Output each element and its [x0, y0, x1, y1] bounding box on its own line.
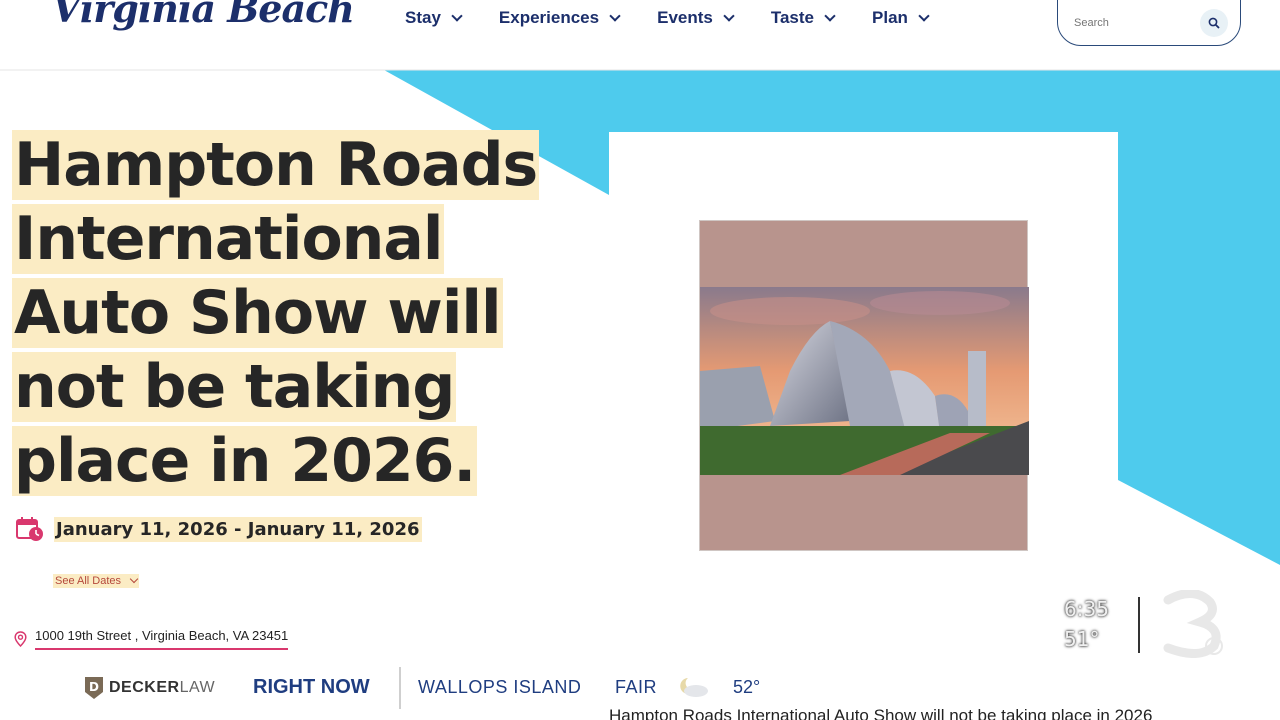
event-date: January 11, 2026 - January 11, 2026	[16, 516, 422, 542]
site-logo[interactable]: Virginia Beach	[52, 0, 355, 31]
nav-item-label: Taste	[770, 8, 815, 27]
tv-temperature: 51°	[1064, 627, 1100, 651]
main-nav: Stay Experiences Events Taste Plan	[405, 8, 966, 28]
weather-temperature: 52°	[733, 677, 761, 697]
nav-item-label: Plan	[872, 8, 908, 27]
see-all-dates-toggle[interactable]: See All Dates	[53, 574, 140, 588]
partly-cloudy-night-icon	[680, 678, 708, 697]
weather-condition: FAIR	[615, 677, 658, 697]
weather-location: WALLOPS ISLAND	[418, 677, 582, 697]
decker-shield-icon: D	[85, 677, 103, 699]
title-line: Hampton Roads	[12, 130, 540, 200]
nav-item-taste[interactable]: Taste	[770, 8, 836, 28]
address-link: 1000 19th Street , Virginia Beach, VA 23…	[35, 628, 289, 650]
search-icon	[1208, 17, 1220, 29]
chevron-down-icon	[451, 9, 463, 22]
calendar-clock-icon	[16, 517, 43, 541]
event-title: Hampton Roads International Auto Show wi…	[12, 128, 612, 498]
news-crawl: Hampton Roads International Auto Show wi…	[609, 706, 1153, 720]
chevron-down-icon	[609, 9, 621, 22]
tv-divider	[1138, 597, 1140, 653]
sponsor-suffix: LAW	[179, 679, 216, 696]
chevron-down-icon	[918, 9, 930, 22]
nav-item-label: Stay	[405, 8, 441, 27]
nav-item-experiences[interactable]: Experiences	[498, 8, 621, 28]
event-address[interactable]: 1000 19th Street , Virginia Beach, VA 23…	[14, 628, 289, 650]
chevron-down-icon	[129, 574, 139, 584]
nav-item-label: Experiences	[498, 8, 600, 27]
chevron-down-icon	[723, 9, 735, 22]
nav-item-events[interactable]: Events	[657, 8, 735, 28]
ticker-divider	[399, 667, 401, 709]
sponsor-brand: DECKER	[109, 679, 180, 696]
chevron-down-icon	[824, 9, 836, 22]
search-button[interactable]	[1200, 9, 1228, 37]
nav-item-plan[interactable]: Plan	[872, 8, 930, 28]
channel-3-logo	[1163, 590, 1223, 658]
sponsor-logo: D DECKERLAW	[83, 676, 215, 700]
title-line: International	[12, 204, 445, 274]
nav-item-label: Events	[657, 8, 713, 27]
tv-time-temp: 6:35 51°	[1064, 594, 1109, 654]
search-input[interactable]	[1074, 17, 1194, 29]
nav-item-stay[interactable]: Stay	[405, 8, 463, 28]
event-photo	[699, 220, 1029, 551]
search-box	[1057, 0, 1241, 46]
svg-text:D: D	[89, 680, 99, 694]
sponsor-name: DECKERLAW	[109, 679, 215, 697]
segment-label: RIGHT NOW	[253, 676, 370, 698]
see-all-dates-label: See All Dates	[55, 575, 122, 587]
tv-time: 6:35	[1064, 597, 1109, 621]
title-line: not be taking	[12, 352, 457, 422]
title-line: Auto Show will	[12, 278, 503, 348]
title-line: place in 2026.	[12, 426, 478, 496]
convention-center-image	[700, 287, 1029, 475]
location-pin-icon	[14, 631, 27, 647]
event-date-range: January 11, 2026 - January 11, 2026	[54, 516, 422, 542]
